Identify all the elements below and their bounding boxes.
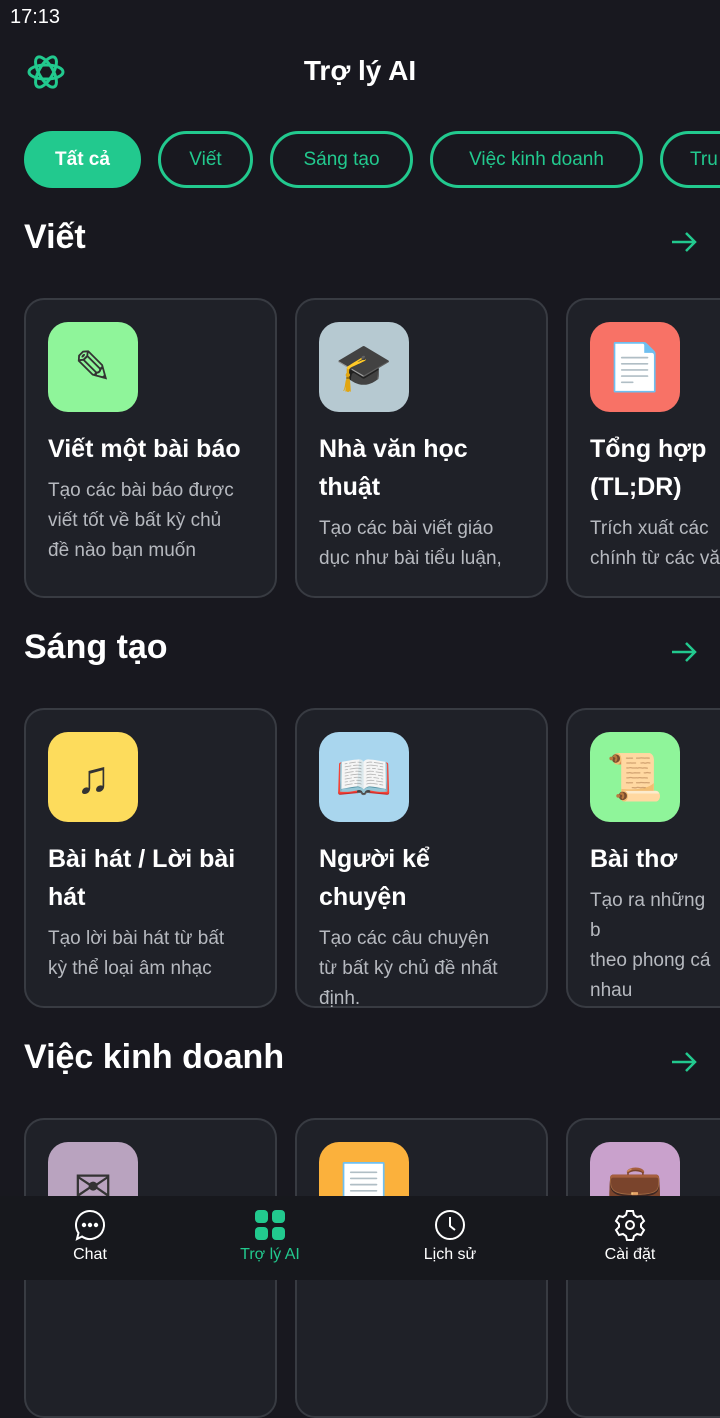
card-row: ✎ Viết một bài báo Tạo các bài báo được v… [24, 298, 720, 598]
desc-line: Tạo các bài viết giáo [319, 518, 494, 539]
card-description: Tạo lời bài hát từ bất kỳ thể loại âm nhạ… [48, 924, 253, 984]
assistant-card[interactable]: 📖 Người kể chuyện Tạo các câu chuyện từ b… [295, 708, 548, 1009]
card-description: Tạo các bài viết giáo dục như bài tiểu lu… [319, 514, 524, 574]
status-time: 17:13 [10, 6, 61, 28]
chip-creative[interactable]: Sáng tạo [270, 131, 413, 188]
desc-line: kỳ thể loại âm nhạc [48, 958, 212, 979]
arrow-right-icon[interactable] [670, 1048, 698, 1076]
card-title: Tổng hợp (TL;DR) [590, 435, 707, 501]
graduation-cap-icon: 🎓 [319, 322, 409, 412]
music-note-icon: ♫ [48, 732, 138, 822]
gear-icon [614, 1210, 646, 1241]
category-chips: Tất cả Viết Sáng tạo Việc kinh doanh Tru [24, 131, 720, 188]
card-title: Viết một bài báo [48, 435, 241, 463]
nav-chat[interactable]: Chat [0, 1196, 180, 1280]
card-title: Người kể chuyện [319, 845, 430, 911]
section-title: Việc kinh doanh [24, 1038, 285, 1076]
memo-pencil-icon: ✎ [48, 322, 138, 412]
assistant-card[interactable]: 🎓 Nhà văn học thuật Tạo các bài viết giá… [295, 298, 548, 598]
desc-line: Tạo lời bài hát từ bất [48, 928, 225, 949]
nav-label: Lịch sử [423, 1246, 477, 1263]
bottom-nav: Chat Trợ lý AI Lịch sử Cài đặt [0, 1196, 720, 1280]
chip-all[interactable]: Tất cả [24, 131, 141, 188]
nav-label: Chat [73, 1246, 107, 1263]
assistant-card[interactable]: ✎ Viết một bài báo Tạo các bài báo được v… [24, 298, 277, 598]
page-title: Trợ lý AI [303, 55, 417, 86]
nav-assistant[interactable]: Trợ lý AI [180, 1196, 360, 1280]
desc-line: viết tốt về bất kỳ chủ [48, 510, 222, 531]
desc-line: Tạo các bài báo được [48, 480, 234, 501]
section-title: Sáng tạo [24, 628, 168, 666]
nav-settings[interactable]: Cài đặt [540, 1196, 720, 1280]
nav-history[interactable]: Lịch sử [360, 1196, 540, 1280]
desc-line: chính từ các vă [590, 548, 720, 569]
desc-line: nhau [590, 980, 633, 1001]
chip-writing[interactable]: Viết [158, 131, 253, 188]
document-icon: 📄 [590, 322, 680, 412]
desc-line: Trích xuất các [590, 518, 709, 539]
card-title: Nhà văn học thuật [319, 435, 468, 501]
card-title: Bài thơ [590, 845, 678, 873]
desc-line: dục như bài tiểu luận, [319, 548, 502, 569]
clock-icon [435, 1210, 465, 1240]
section-title: Viết [24, 218, 86, 256]
arrow-right-icon[interactable] [670, 638, 698, 666]
assistant-card[interactable]: 📜 Bài thơ Tạo ra những b theo phong cá nha… [566, 708, 720, 1008]
grid-icon [255, 1210, 285, 1240]
scroll-icon: 📜 [590, 732, 680, 822]
desc-line: đề nào bạn muốn [48, 540, 196, 561]
chip-more[interactable]: Tru [660, 131, 720, 188]
chat-bubble-icon [75, 1209, 105, 1241]
chip-business[interactable]: Việc kinh doanh [430, 131, 643, 188]
nav-label: Cài đặt [604, 1246, 656, 1263]
card-description: Tạo các câu chuyện từ bất kỳ chủ đề nhất đ… [319, 924, 524, 1014]
nav-label: Trợ lý AI [240, 1246, 300, 1263]
desc-line: từ bất kỳ chủ đề nhất [319, 958, 498, 979]
desc-line: Tạo các câu chuyện [319, 928, 490, 949]
card-title: Bài hát / Lời bài hát [48, 845, 236, 911]
card-description: Tạo ra những b theo phong cá nhau [590, 886, 720, 1006]
card-description: Tạo các bài báo được viết tốt về bất kỳ c… [48, 476, 253, 566]
open-book-icon: 📖 [319, 732, 409, 822]
desc-line: theo phong cá [590, 950, 711, 971]
assistant-card[interactable]: 📄 Tổng hợp (TL;DR) Trích xuất các chính t… [566, 298, 720, 598]
assistant-card[interactable]: ♫ Bài hát / Lời bài hát Tạo lời bài hát … [24, 708, 277, 1008]
desc-line: định. [319, 988, 361, 1009]
arrow-right-icon[interactable] [670, 228, 698, 256]
card-description: Trích xuất các chính từ các vă [590, 514, 720, 574]
desc-line: Tạo ra những b [590, 890, 706, 941]
card-row: ♫ Bài hát / Lời bài hát Tạo lời bài hát … [24, 708, 720, 1009]
